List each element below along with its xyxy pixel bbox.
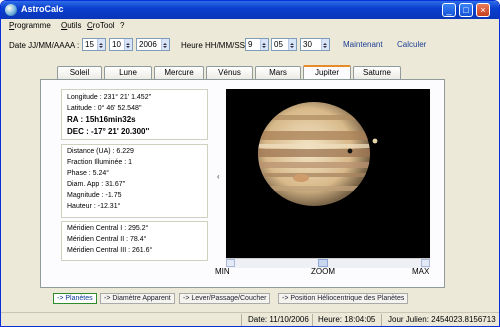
- menu-crotool[interactable]: CroTool: [87, 21, 115, 30]
- hour-spinner[interactable]: 9: [245, 38, 269, 51]
- zoom-thumb[interactable]: [317, 259, 328, 267]
- menu-help[interactable]: ?: [120, 21, 124, 30]
- year-spinner[interactable]: 2006: [136, 38, 170, 51]
- meridian-group: Méridien Central I : 295.2° Méridien Cen…: [61, 221, 208, 261]
- close-icon[interactable]: ×: [476, 3, 490, 17]
- status-bar: Date: 11/10/2006 Heure: 18:04:05 Jour Ju…: [1, 312, 499, 326]
- diameter-value: Diam. App : 31.67'': [67, 181, 126, 188]
- bottom-tab-lever[interactable]: -> Lever/Passage/Coucher: [179, 293, 271, 304]
- window-title: AstroCalc: [21, 4, 64, 14]
- longitude-value: Longitude : 231° 21' 1.452'': [67, 94, 152, 101]
- month-spinner[interactable]: 10: [109, 38, 133, 51]
- second-spinner[interactable]: 30: [300, 38, 330, 51]
- zoom-label: ZOOM: [311, 267, 335, 276]
- title-bar[interactable]: AstroCalc _ □ ×: [1, 1, 499, 19]
- now-link[interactable]: Maintenant: [343, 40, 383, 49]
- date-label: Date JJ/MM/AAAA :: [9, 41, 80, 50]
- calculate-link[interactable]: Calculer: [397, 40, 426, 49]
- meridian-1-value: Méridien Central I : 295.2°: [67, 225, 149, 232]
- tab-jupiter[interactable]: Jupiter: [303, 65, 351, 80]
- dec-value: DEC : -17° 21' 20.300'': [67, 127, 150, 136]
- bottom-tab-planetes[interactable]: -> Planètes: [53, 293, 97, 304]
- tab-lune[interactable]: Lune: [104, 66, 152, 79]
- menu-programme[interactable]: Programme: [9, 21, 51, 30]
- status-time: Heure: 18:04:05: [318, 315, 376, 324]
- minimize-icon[interactable]: _: [442, 3, 456, 17]
- app-window: AstroCalc _ □ × Programme Outils CroTool…: [0, 0, 500, 327]
- zoom-left-arrow-icon[interactable]: [226, 259, 235, 267]
- meridian-2-value: Méridien Central II : 78.4°: [67, 236, 147, 243]
- tab-venus[interactable]: Vénus: [206, 66, 253, 79]
- menu-outils[interactable]: Outils: [61, 21, 81, 30]
- position-group: Longitude : 231° 21' 1.452'' Latitude : …: [61, 89, 208, 140]
- altitude-value: Hauteur : -12.31°: [67, 203, 121, 210]
- menu-bar: Programme Outils CroTool ?: [1, 19, 499, 33]
- status-date: Date: 11/10/2006: [248, 315, 309, 324]
- time-label: Heure HH/MM/SS: [181, 41, 246, 50]
- maximize-icon[interactable]: □: [459, 3, 473, 17]
- app-logo-icon: [5, 4, 17, 16]
- day-spinner[interactable]: 15: [82, 38, 106, 51]
- jupiter-image: [258, 102, 378, 206]
- zoom-right-arrow-icon[interactable]: [421, 259, 430, 267]
- tab-saturne[interactable]: Saturne: [353, 66, 401, 79]
- tab-mars[interactable]: Mars: [255, 66, 301, 79]
- physical-group: Distance (UA) : 6.229 Fraction Illuminée…: [61, 144, 208, 218]
- distance-value: Distance (UA) : 6.229: [67, 148, 134, 155]
- magnitude-value: Magnitude : -1.75: [67, 192, 122, 199]
- bottom-tab-diametre[interactable]: -> Diamètre Apparent: [100, 293, 175, 304]
- collapse-arrow-icon[interactable]: ‹: [217, 172, 220, 181]
- minute-spinner[interactable]: 05: [271, 38, 297, 51]
- latitude-value: Latitude : 0° 46' 52.548'': [67, 105, 142, 112]
- tab-soleil[interactable]: Soleil: [57, 66, 102, 79]
- status-julian: Jour Julien: 2454023.8156713: [388, 315, 496, 324]
- zoom-max-label: MAX: [412, 267, 430, 276]
- zoom-min-label: MIN: [215, 267, 230, 276]
- meridian-3-value: Méridien Central III : 261.6°: [67, 247, 153, 254]
- tab-mercure[interactable]: Mercure: [154, 66, 204, 79]
- fraction-value: Fraction Illuminée : 1: [67, 159, 132, 166]
- ra-value: RA : 15h16min32s: [67, 115, 136, 124]
- bottom-tab-heliocentrique[interactable]: -> Position Héliocentrique des Planètes: [278, 293, 409, 304]
- phase-value: Phase : 5.24°: [67, 170, 110, 177]
- planet-image: [226, 89, 430, 258]
